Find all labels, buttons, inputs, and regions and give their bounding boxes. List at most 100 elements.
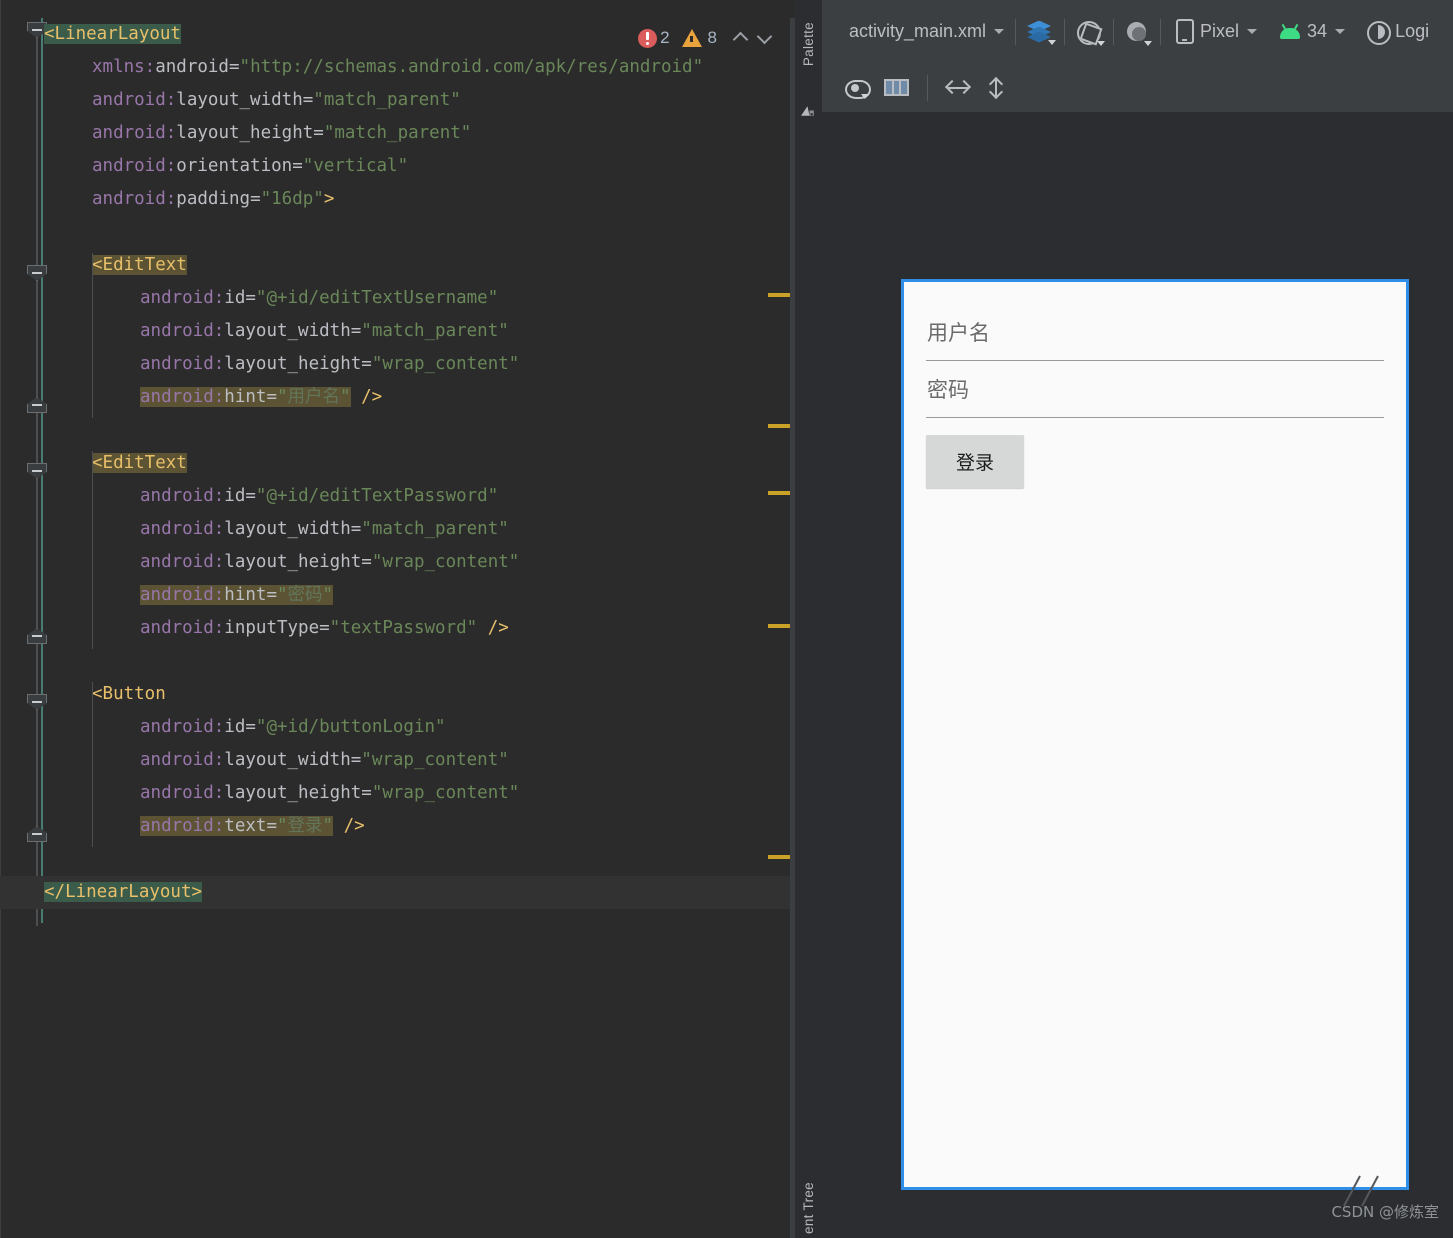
code-line[interactable] bbox=[0, 216, 795, 249]
code-line[interactable]: android:inputType="textPassword" /> bbox=[0, 612, 795, 645]
panels-icon[interactable] bbox=[884, 79, 909, 96]
code-line[interactable] bbox=[0, 843, 795, 876]
palette-tab-label[interactable]: Palette bbox=[801, 22, 816, 66]
code-line[interactable]: <Button bbox=[0, 678, 795, 711]
device-screen-content: 用户名 密码 登录 bbox=[904, 282, 1406, 1187]
eye-icon[interactable] bbox=[844, 78, 871, 99]
warning-badge[interactable]: 8 bbox=[681, 28, 717, 48]
code-token: android: bbox=[140, 486, 225, 506]
preview-login-button[interactable]: 登录 bbox=[926, 435, 1025, 488]
design-layers-icon bbox=[1027, 20, 1057, 45]
left-tool-strip[interactable]: Palette ent Tree bbox=[795, 0, 823, 1238]
code-line[interactable]: android:orientation="vertical" bbox=[0, 150, 795, 183]
indent-guide bbox=[92, 682, 93, 847]
code-line[interactable]: android:id="@+id/editTextPassword" bbox=[0, 480, 795, 513]
xml-code-editor[interactable]: <LinearLayout xmlns:android="http://schem… bbox=[0, 0, 795, 1238]
code-token: " bbox=[277, 816, 288, 836]
code-token: = bbox=[313, 123, 324, 143]
code-token: = bbox=[319, 618, 330, 638]
code-line[interactable]: <EditText bbox=[0, 447, 795, 480]
code-token: android: bbox=[140, 717, 225, 737]
code-line[interactable]: <EditText bbox=[0, 249, 795, 282]
code-token: "wrap_content" bbox=[371, 552, 520, 572]
preview-password-field[interactable]: 密码 bbox=[926, 361, 1384, 418]
warning-count: 8 bbox=[707, 28, 717, 47]
code-line[interactable]: android:padding="16dp"> bbox=[0, 183, 795, 216]
code-line[interactable]: android:layout_height="wrap_content" bbox=[0, 348, 795, 381]
code-line[interactable]: android:id="@+id/buttonLogin" bbox=[0, 711, 795, 744]
code-line[interactable]: android:id="@+id/editTextUsername" bbox=[0, 282, 795, 315]
code-line[interactable]: android:layout_height="wrap_content" bbox=[0, 777, 795, 810]
code-token: 登录 bbox=[287, 816, 323, 836]
code-line[interactable]: </LinearLayout> bbox=[0, 876, 795, 909]
code-token: = bbox=[245, 717, 256, 737]
device-preview-frame[interactable]: 用户名 密码 登录 bbox=[901, 279, 1409, 1190]
file-name-label: activity_main.xml bbox=[849, 21, 987, 41]
code-token: layout_width bbox=[224, 321, 351, 341]
code-token: android: bbox=[140, 354, 225, 374]
code-token: "@+id/buttonLogin" bbox=[255, 717, 446, 737]
code-token: android: bbox=[140, 783, 225, 803]
theme-contrast-icon bbox=[1125, 20, 1153, 46]
code-token: = bbox=[361, 783, 372, 803]
code-line[interactable]: xmlns:android="http://schemas.android.co… bbox=[0, 51, 795, 84]
design-toolbar[interactable]: activity_main.xml Pixel 34 Logi bbox=[822, 0, 1453, 63]
file-selector[interactable]: activity_main.xml bbox=[842, 11, 1011, 53]
code-token: android: bbox=[140, 552, 225, 572]
preview-username-field[interactable]: 用户名 bbox=[926, 304, 1384, 361]
code-token: padding bbox=[176, 189, 251, 209]
code-line[interactable]: android:layout_width="wrap_content" bbox=[0, 744, 795, 777]
chevron-up-icon[interactable] bbox=[731, 28, 751, 48]
code-token: android: bbox=[140, 387, 225, 407]
code-line[interactable]: android:layout_height="match_parent" bbox=[0, 117, 795, 150]
code-token: android: bbox=[92, 90, 177, 110]
code-token: id bbox=[224, 486, 246, 506]
code-line[interactable] bbox=[0, 645, 795, 678]
code-line[interactable]: android:hint="密码" bbox=[0, 579, 795, 612]
code-line[interactable]: android:layout_width="match_parent" bbox=[0, 315, 795, 348]
code-line[interactable]: android:layout_height="wrap_content" bbox=[0, 546, 795, 579]
chevron-down-icon[interactable] bbox=[755, 28, 775, 48]
orientation-button[interactable] bbox=[1069, 11, 1109, 53]
code-token: layout_height bbox=[224, 783, 362, 803]
error-badge[interactable]: 2 bbox=[638, 28, 670, 48]
code-token: android: bbox=[140, 618, 225, 638]
code-token: android: bbox=[140, 585, 225, 605]
code-line[interactable]: android:hint="用户名" /> bbox=[0, 381, 795, 414]
code-token: = bbox=[266, 816, 277, 836]
code-token: layout_height bbox=[224, 552, 362, 572]
horizontal-resize-icon[interactable] bbox=[944, 77, 972, 99]
api-selector[interactable]: 34 bbox=[1272, 11, 1352, 53]
code-token: = bbox=[292, 156, 303, 176]
device-selector[interactable]: Pixel bbox=[1169, 11, 1264, 53]
code-token: "wrap_content" bbox=[371, 354, 520, 374]
indent-guide bbox=[92, 253, 93, 418]
code-line[interactable] bbox=[0, 414, 795, 447]
inspection-status-widget[interactable]: 2 8 bbox=[638, 28, 775, 48]
watermark-text: CSDN @修炼室 bbox=[1331, 1203, 1439, 1221]
surface-mode-button[interactable] bbox=[1020, 11, 1060, 53]
design-toolbar-secondary[interactable] bbox=[822, 63, 1453, 113]
warning-triangle-icon bbox=[681, 29, 702, 47]
code-token: "match_parent" bbox=[361, 321, 509, 341]
code-line[interactable]: android:layout_width="match_parent" bbox=[0, 513, 795, 546]
code-token: layout_height bbox=[176, 123, 314, 143]
code-line[interactable]: android:text="登录" /> bbox=[0, 810, 795, 843]
code-token: layout_width bbox=[224, 519, 351, 539]
phone-icon bbox=[1176, 19, 1195, 44]
code-token: /> bbox=[487, 618, 509, 638]
code-token: "@+id/editTextUsername" bbox=[255, 288, 499, 308]
rotate-device-icon bbox=[1076, 20, 1106, 46]
code-token: layout_width bbox=[224, 750, 351, 770]
code-lines[interactable]: <LinearLayout xmlns:android="http://schem… bbox=[0, 18, 795, 1218]
component-tree-tab-label[interactable]: ent Tree bbox=[801, 1182, 816, 1234]
theme-selector[interactable]: Logi bbox=[1360, 11, 1436, 53]
code-line[interactable]: android:layout_width="match_parent" bbox=[0, 84, 795, 117]
design-surface[interactable]: 用户名 密码 登录 bbox=[822, 112, 1453, 1238]
night-mode-button[interactable] bbox=[1118, 11, 1156, 53]
toolbar-divider bbox=[1015, 18, 1017, 45]
toolbar-divider bbox=[927, 74, 928, 101]
code-token: android bbox=[155, 57, 229, 77]
vertical-resize-icon[interactable] bbox=[984, 76, 1008, 99]
